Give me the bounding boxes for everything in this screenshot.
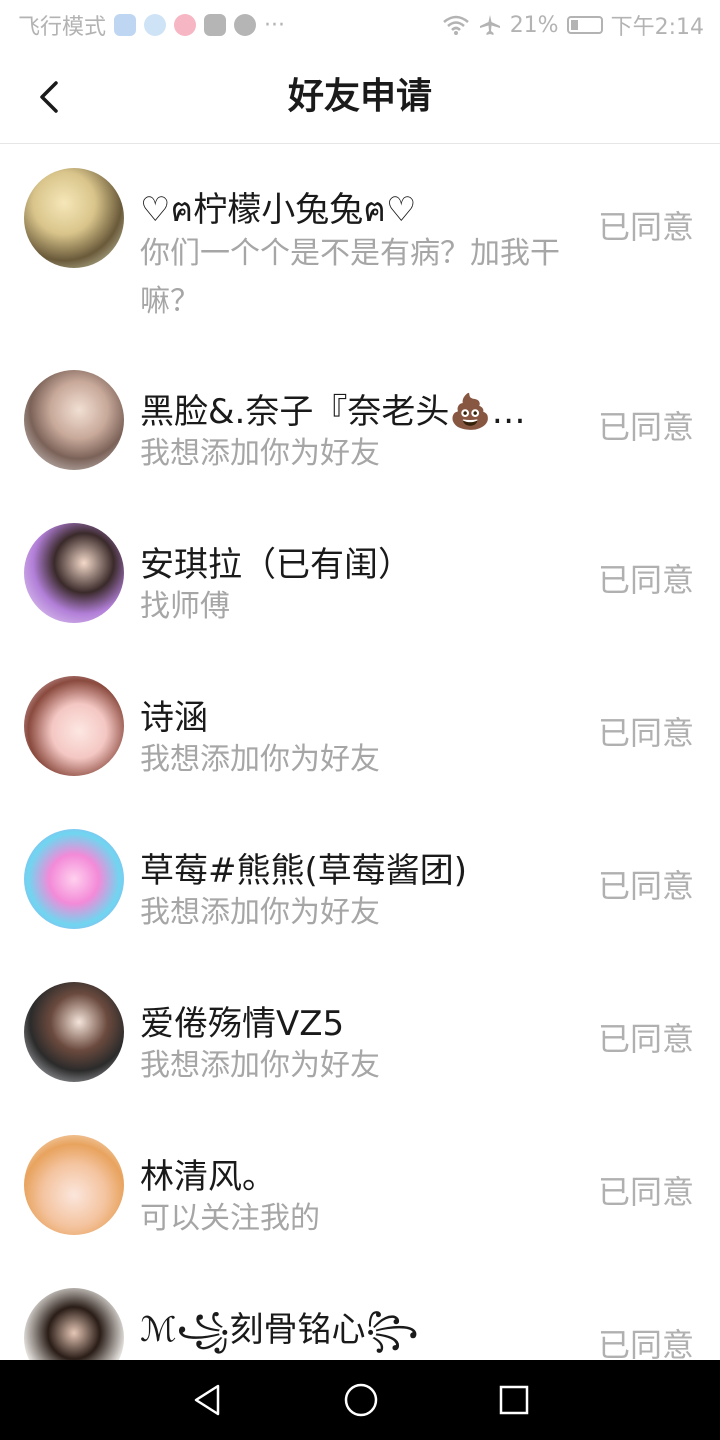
friend-request-row[interactable]: 诗涵 我想添加你为好友 已同意 — [0, 650, 720, 803]
app-notification-icon — [144, 14, 167, 36]
avatar[interactable] — [24, 829, 124, 929]
nav-recents-icon[interactable] — [498, 1384, 530, 1416]
avatar[interactable] — [24, 982, 124, 1082]
request-message: 找师傅 — [140, 589, 230, 624]
request-message: 我想添加你为好友 — [140, 436, 380, 471]
friend-request-row[interactable]: 爱倦殇情VZ5 我想添加你为好友 已同意 — [0, 956, 720, 1109]
status-bar: 飞行模式 ··· 21% 下午2:14 — [0, 0, 720, 50]
request-status: 已同意 — [597, 1173, 694, 1211]
friend-request-row[interactable]: ℳ꧁刻骨铭心꧂ 已同意 — [0, 1262, 720, 1360]
request-message: 我想添加你为好友 — [140, 895, 380, 930]
request-message: 我想添加你为好友 — [140, 742, 380, 777]
nav-back-icon[interactable] — [190, 1382, 224, 1418]
avatar[interactable] — [24, 523, 124, 623]
friend-request-row[interactable]: 黑脸&.奈子『奈老头💩… 我想添加你为好友 已同意 — [0, 344, 720, 497]
wifi-icon — [442, 15, 469, 35]
request-status: 已同意 — [597, 1326, 694, 1360]
friend-request-list: ♡ฅ柠檬小兔兔ฅ♡ 你们一个个是不是有病？加我干嘛？ 已同意 黑脸&.奈子『奈老… — [0, 144, 720, 1360]
friend-request-row[interactable]: 林清风。 可以关注我的 已同意 — [0, 1109, 720, 1262]
avatar[interactable] — [24, 676, 124, 776]
requester-name: ℳ꧁刻骨铭心꧂ — [140, 1310, 419, 1350]
status-right: 21% 下午2:14 — [442, 9, 704, 41]
request-status: 已同意 — [597, 1020, 694, 1058]
nav-home-icon[interactable] — [343, 1382, 379, 1418]
requester-name: ♡ฅ柠檬小兔兔ฅ♡ — [140, 190, 417, 230]
app-notification-icon — [174, 14, 197, 36]
avatar[interactable] — [24, 1288, 124, 1360]
back-button[interactable] — [26, 74, 72, 120]
requester-name: 林清风。 — [140, 1157, 276, 1197]
request-message: 你们一个个是不是有病？加我干嘛？ — [140, 236, 560, 319]
requester-name: 黑脸&.奈子『奈老头💩… — [140, 392, 526, 432]
request-message: 我想添加你为好友 — [140, 1048, 380, 1083]
airplane-mode-label: 飞行模式 — [18, 15, 107, 40]
airplane-icon — [479, 15, 500, 35]
friend-request-row[interactable]: 安琪拉（已有闺） 找师傅 已同意 — [0, 497, 720, 650]
requester-name: 草莓#熊熊(草莓酱团) — [140, 851, 468, 891]
request-message: 可以关注我的 — [140, 1201, 320, 1236]
request-status: 已同意 — [597, 208, 694, 246]
battery-percent: 21% — [509, 12, 559, 38]
app-notification-icon — [114, 14, 137, 36]
avatar[interactable] — [24, 370, 124, 470]
requester-name: 诗涵 — [140, 698, 208, 738]
system-navigation-bar — [0, 1360, 720, 1440]
avatar[interactable] — [24, 1135, 124, 1235]
status-left: 飞行模式 ··· — [18, 9, 285, 41]
requester-name: 爱倦殇情VZ5 — [140, 1004, 345, 1044]
tiktok-icon — [234, 14, 257, 36]
request-status: 已同意 — [597, 867, 694, 905]
more-notifications-label: ··· — [264, 12, 285, 38]
request-status: 已同意 — [597, 714, 694, 752]
friend-request-row[interactable]: ♡ฅ柠檬小兔兔ฅ♡ 你们一个个是不是有病？加我干嘛？ 已同意 — [0, 144, 720, 344]
request-status: 已同意 — [597, 561, 694, 599]
requester-name: 安琪拉（已有闺） — [140, 545, 412, 585]
mail-icon — [204, 14, 227, 36]
battery-icon — [566, 16, 603, 34]
back-arrow-icon — [40, 81, 58, 113]
request-status: 已同意 — [597, 408, 694, 446]
page-title: 好友申请 — [287, 76, 432, 117]
avatar[interactable] — [24, 168, 124, 268]
friend-request-row[interactable]: 草莓#熊熊(草莓酱团) 我想添加你为好友 已同意 — [0, 803, 720, 956]
clock: 下午2:14 — [610, 15, 704, 40]
header: 好友申请 — [0, 50, 720, 144]
